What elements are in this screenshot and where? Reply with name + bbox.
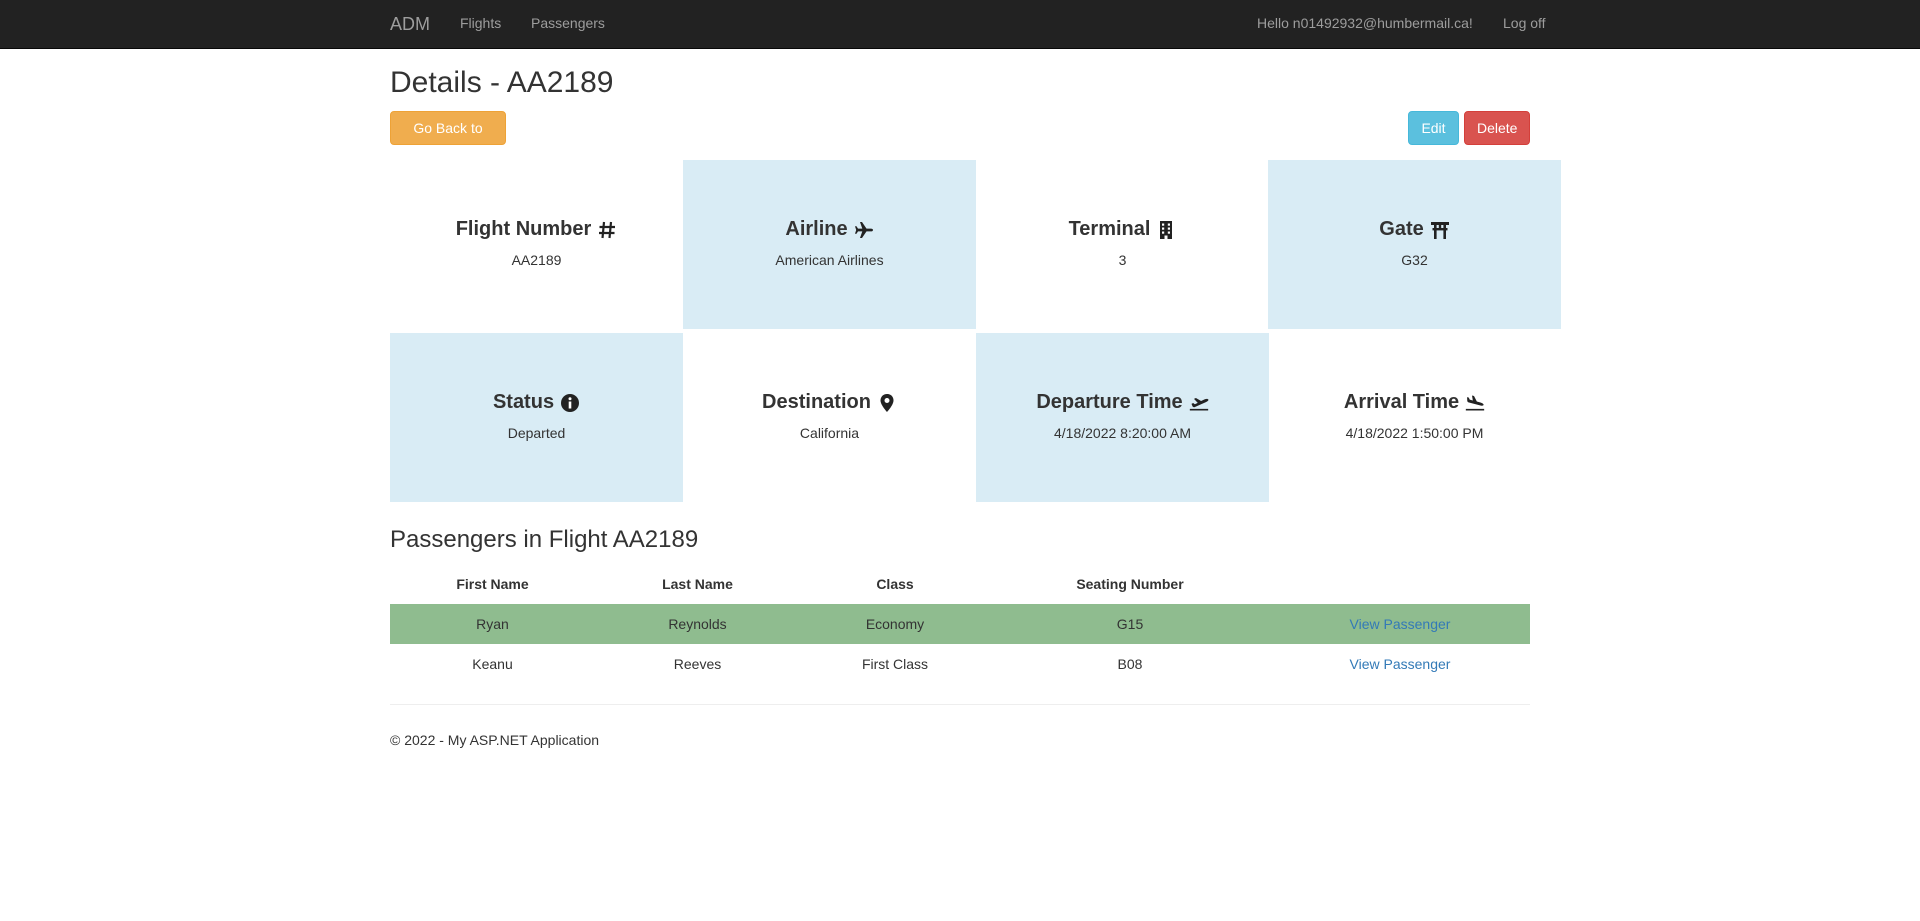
gate-label: Gate	[1379, 218, 1424, 240]
cell-first-name: Ryan	[390, 604, 595, 644]
footer-divider	[390, 704, 1530, 705]
destination-card: Destination California	[683, 333, 976, 502]
airline-value: American Airlines	[775, 252, 884, 268]
nav-passengers-link[interactable]: Passengers	[531, 15, 605, 31]
terminal-value: 3	[1118, 252, 1127, 268]
logoff-link[interactable]: Log off	[1503, 15, 1546, 31]
hashtag-icon	[597, 220, 617, 240]
flight-number-value: AA2189	[511, 252, 562, 268]
footer-text: © 2022 - My ASP.NET Application	[390, 732, 600, 748]
nav-flights-link[interactable]: Flights	[460, 15, 501, 31]
column-header-seating-number: Seating Number	[1076, 576, 1184, 592]
status-value: Departed	[507, 425, 566, 441]
status-label: Status	[492, 391, 555, 413]
brand-link[interactable]: ADM	[390, 14, 430, 35]
plane-icon	[854, 220, 874, 240]
gate-value: G32	[1401, 252, 1428, 268]
view-passenger-link[interactable]: View Passenger	[1350, 656, 1451, 672]
cell-seat: B08	[1117, 656, 1143, 672]
info-circle-icon	[560, 393, 580, 413]
plane-arrival-icon	[1465, 393, 1485, 413]
destination-value: California	[799, 425, 860, 441]
arrival-time-card: Arrival Time 4/18/2022 1:50:00 PM	[1268, 333, 1561, 502]
departure-time-label: Departure Time	[1036, 391, 1183, 413]
terminal-card: Terminal 3	[976, 160, 1269, 329]
navbar: ADM Flights Passengers Hello n01492932@h…	[0, 0, 1920, 49]
column-header-actions	[1270, 564, 1530, 604]
table-row: Ryan Reynolds Economy G15 View Passenger	[390, 604, 1530, 644]
airline-label: Airline	[785, 218, 848, 240]
passengers-table: First Name Last Name Class Seating Numbe…	[390, 564, 1530, 684]
arrival-time-label: Arrival Time	[1343, 391, 1460, 413]
torii-gate-icon	[1430, 220, 1450, 240]
cell-seat: G15	[990, 604, 1270, 644]
table-header-row: First Name Last Name Class Seating Numbe…	[390, 564, 1530, 604]
cell-last-name: Reynolds	[595, 604, 800, 644]
column-header-first-name: First Name	[456, 576, 529, 592]
airline-card: Airline American Airlines	[683, 160, 976, 329]
plane-departure-icon	[1189, 393, 1209, 413]
flight-number-card: Flight Number AA2189	[390, 160, 683, 329]
cell-action: View Passenger	[1270, 644, 1530, 684]
arrival-time-value: 4/18/2022 1:50:00 PM	[1345, 425, 1484, 441]
back-to-list-button[interactable]: Go Back to list	[390, 111, 506, 168]
flight-number-label: Flight Number	[455, 218, 592, 240]
map-marker-icon	[877, 393, 897, 413]
cell-last-name: Reeves	[673, 656, 722, 672]
page-title: Details - AA2189	[390, 66, 614, 99]
cell-class: Economy	[800, 604, 990, 644]
destination-label: Destination	[762, 391, 871, 413]
delete-button[interactable]: Delete	[1464, 111, 1530, 145]
passengers-section-title: Passengers in Flight AA2189	[390, 526, 699, 553]
terminal-label: Terminal	[1068, 218, 1151, 240]
departure-time-value: 4/18/2022 8:20:00 AM	[1054, 425, 1191, 441]
table-row: Keanu Reeves First Class B08 View Passen…	[390, 644, 1530, 684]
view-passenger-link[interactable]: View Passenger	[1350, 616, 1451, 632]
column-header-last-name: Last Name	[662, 576, 733, 592]
column-header-class: Class	[876, 576, 914, 592]
departure-time-card: Departure Time 4/18/2022 8:20:00 AM	[976, 333, 1269, 502]
user-greeting-link[interactable]: Hello n01492932@humbermail.ca!	[1257, 15, 1473, 31]
cell-action: View Passenger	[1270, 604, 1530, 644]
cell-first-name: Keanu	[472, 656, 513, 672]
cell-class: First Class	[861, 656, 929, 672]
gate-card: Gate G32	[1268, 160, 1561, 329]
building-icon	[1156, 220, 1176, 240]
edit-button[interactable]: Edit	[1408, 111, 1459, 145]
status-card: Status Departed	[390, 333, 683, 502]
